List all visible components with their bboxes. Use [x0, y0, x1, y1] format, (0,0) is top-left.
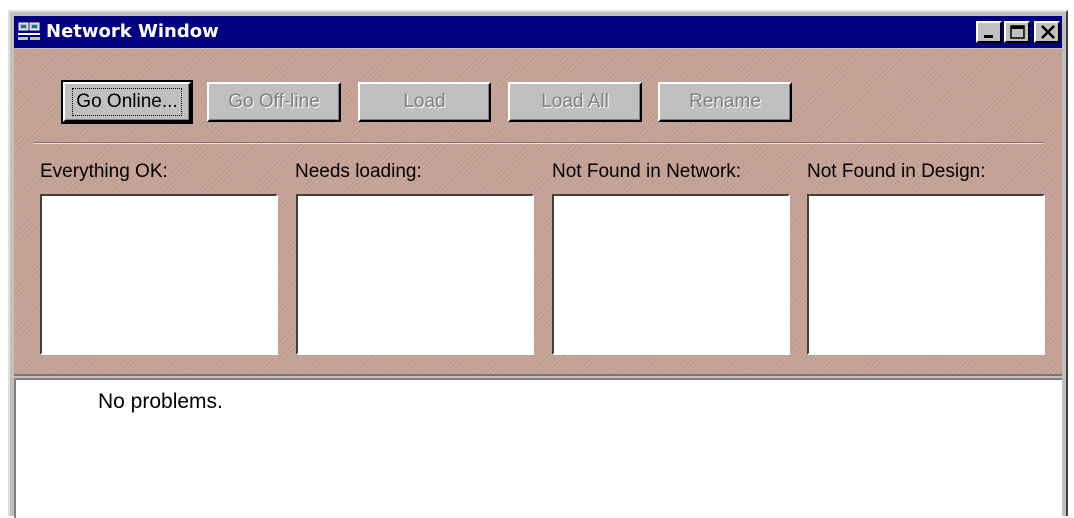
network-window: Network Window Go Online... Go Off-line … [8, 10, 1068, 518]
go-offline-label: Go Off-line [228, 91, 320, 112]
not-found-network-list[interactable] [552, 194, 790, 355]
go-online-button[interactable]: Go Online... [61, 80, 193, 124]
close-button[interactable] [1034, 21, 1060, 43]
rename-button[interactable]: Rename [658, 82, 792, 122]
maximize-button[interactable] [1004, 21, 1030, 43]
not-found-design-label: Not Found in Design: [807, 161, 986, 182]
load-all-label: Load All [541, 91, 609, 112]
network-computer-icon [18, 22, 40, 42]
status-message: No problems. [98, 390, 223, 413]
needs-loading-list[interactable] [296, 194, 534, 355]
minimize-icon [984, 35, 993, 38]
maximize-icon [1010, 25, 1025, 39]
go-offline-button[interactable]: Go Off-line [207, 82, 341, 122]
load-all-button[interactable]: Load All [508, 82, 642, 122]
load-button[interactable]: Load [358, 82, 491, 122]
load-label: Load [403, 91, 446, 112]
needs-loading-label: Needs loading: [295, 161, 422, 182]
everything-ok-list[interactable] [40, 194, 278, 355]
network-status-panel: Go Online... Go Off-line Load Load All R… [14, 49, 1062, 376]
close-icon [1041, 25, 1055, 39]
not-found-design-list[interactable] [807, 194, 1045, 355]
rename-label: Rename [689, 91, 761, 112]
title-bar[interactable]: Network Window [14, 16, 1062, 48]
separator [34, 142, 1044, 144]
output-pane[interactable]: No problems. [14, 378, 1062, 518]
minimize-button[interactable] [976, 21, 1002, 43]
window-title: Network Window [46, 21, 219, 42]
go-online-label: Go Online... [72, 88, 182, 116]
everything-ok-label: Everything OK: [40, 161, 168, 182]
not-found-network-label: Not Found in Network: [552, 161, 742, 182]
